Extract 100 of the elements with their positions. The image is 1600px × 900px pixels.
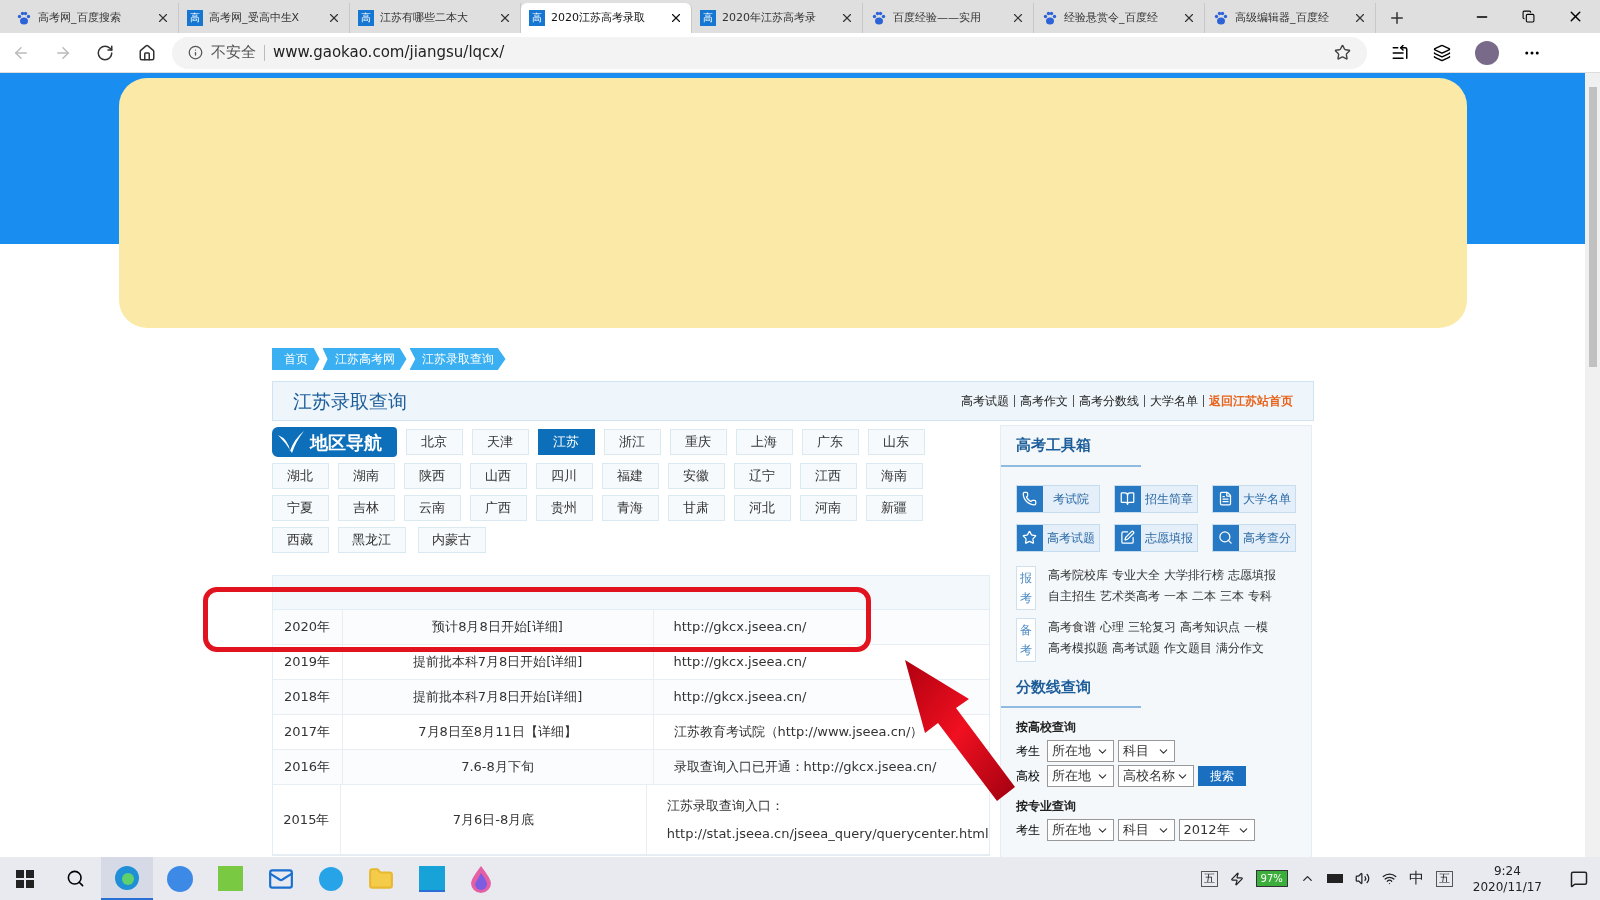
quick-link[interactable]: 三轮复习: [1127, 617, 1176, 636]
battery-icon[interactable]: [1326, 874, 1343, 883]
region-button[interactable]: 吉林: [337, 495, 395, 521]
region-button[interactable]: 湖北: [271, 463, 329, 489]
region-button[interactable]: 黑龙江: [337, 527, 406, 553]
address-field[interactable]: 不安全 www.gaokao.com/jiangsu/lqcx/: [172, 36, 1367, 69]
language-indicator[interactable]: 中: [1408, 867, 1424, 890]
profile-avatar[interactable]: [1475, 40, 1499, 65]
region-button[interactable]: 上海: [735, 429, 793, 455]
region-button[interactable]: 山东: [867, 429, 925, 455]
close-icon[interactable]: [156, 11, 170, 25]
quick-link[interactable]: 志愿填报: [1227, 565, 1276, 584]
region-button[interactable]: 云南: [403, 495, 461, 521]
app-icon[interactable]: [167, 865, 193, 892]
region-button[interactable]: 广西: [469, 495, 527, 521]
search-button[interactable]: 搜索: [1197, 766, 1246, 786]
app-icon[interactable]: [419, 865, 445, 892]
quick-link[interactable]: 高考模拟题: [1047, 638, 1108, 657]
restore-icon[interactable]: [1522, 10, 1535, 23]
region-button[interactable]: 甘肃: [667, 495, 725, 521]
region-button[interactable]: 广东: [801, 429, 859, 455]
region-button[interactable]: 贵州: [535, 495, 593, 521]
header-link[interactable]: 大学名单: [1149, 392, 1198, 410]
close-icon[interactable]: [327, 11, 341, 25]
quick-link[interactable]: 自主招生: [1047, 586, 1096, 605]
windows-logo-icon[interactable]: [16, 869, 34, 888]
close-icon[interactable]: [1182, 11, 1196, 25]
header-link[interactable]: 高考分数线: [1078, 392, 1139, 410]
quick-link[interactable]: 高考食谱: [1047, 617, 1096, 636]
browser-tab[interactable]: 高 2020江苏高考录取: [521, 3, 692, 33]
tool-button[interactable]: 招生简章: [1113, 484, 1198, 513]
new-tab-icon[interactable]: [1388, 9, 1406, 27]
quick-link[interactable]: 艺术类高考: [1099, 586, 1160, 605]
refresh-icon[interactable]: [96, 43, 114, 62]
region-button[interactable]: 宁夏: [271, 495, 329, 521]
quick-link[interactable]: 专业大全: [1111, 565, 1160, 584]
wifi-icon[interactable]: [1381, 871, 1397, 886]
region-button[interactable]: 北京: [405, 429, 463, 455]
region-button[interactable]: 新疆: [865, 495, 923, 521]
favorites-icon[interactable]: [1391, 43, 1409, 62]
region-button[interactable]: 西藏: [271, 527, 329, 553]
region-button[interactable]: 陕西: [403, 463, 461, 489]
quick-link[interactable]: 高考知识点: [1179, 617, 1240, 636]
favorite-icon[interactable]: [1334, 44, 1351, 61]
region-button[interactable]: 江西: [799, 463, 857, 489]
ime-indicator[interactable]: 五: [1200, 870, 1218, 887]
region-button[interactable]: 内蒙古: [417, 527, 486, 553]
region-button[interactable]: 安徽: [667, 463, 725, 489]
dropdown[interactable]: 所在地: [1046, 740, 1114, 762]
tool-button[interactable]: 考试院: [1015, 484, 1100, 513]
clock-date[interactable]: 2020/11/17: [1472, 878, 1542, 895]
browser-icon[interactable]: [114, 864, 140, 891]
quick-link[interactable]: 心理: [1099, 617, 1124, 636]
quick-link[interactable]: 一本: [1163, 586, 1188, 605]
dropdown[interactable]: 2012年: [1178, 819, 1255, 841]
collections-icon[interactable]: [1433, 43, 1451, 62]
dropdown[interactable]: 科目: [1117, 819, 1175, 841]
close-icon[interactable]: [669, 11, 683, 25]
region-button[interactable]: 四川: [535, 463, 593, 489]
dropdown[interactable]: 所在地: [1046, 819, 1114, 841]
quick-link[interactable]: 三本: [1219, 586, 1244, 605]
header-link[interactable]: 高考作文: [1019, 392, 1068, 410]
quick-link[interactable]: 高考试题: [1111, 638, 1160, 657]
region-button[interactable]: 湖南: [337, 463, 395, 489]
quick-link[interactable]: 二本: [1191, 586, 1216, 605]
drop-icon[interactable]: [470, 864, 492, 893]
close-icon[interactable]: [1011, 11, 1025, 25]
region-button[interactable]: 山西: [469, 463, 527, 489]
quick-link[interactable]: 大学排行榜: [1163, 565, 1224, 584]
home-icon[interactable]: [138, 43, 156, 62]
close-icon[interactable]: [840, 11, 854, 25]
dropdown[interactable]: 科目: [1117, 740, 1175, 762]
ime-indicator[interactable]: 五: [1435, 870, 1453, 887]
region-button[interactable]: 重庆: [669, 429, 727, 455]
region-button[interactable]: 海南: [865, 463, 923, 489]
region-button[interactable]: 青海: [601, 495, 659, 521]
clock-time[interactable]: 9:24: [1493, 862, 1521, 879]
tool-button[interactable]: 高考试题: [1015, 523, 1100, 552]
region-button[interactable]: 河北: [733, 495, 791, 521]
quick-link[interactable]: 满分作文: [1215, 638, 1264, 657]
tool-button[interactable]: 志愿填报: [1113, 523, 1198, 552]
dropdown[interactable]: 高校名称: [1117, 765, 1194, 787]
dropdown[interactable]: 所在地: [1046, 765, 1114, 787]
region-button[interactable]: 河南: [799, 495, 857, 521]
search-icon[interactable]: [66, 869, 85, 888]
volume-icon[interactable]: [1354, 871, 1370, 886]
quick-link[interactable]: 高考院校库: [1047, 565, 1108, 584]
close-icon[interactable]: [1353, 11, 1367, 25]
region-button[interactable]: 天津: [471, 429, 529, 455]
region-button[interactable]: 福建: [601, 463, 659, 489]
close-icon[interactable]: [498, 11, 512, 25]
quick-link[interactable]: 一模: [1243, 617, 1268, 636]
notification-icon[interactable]: [1570, 869, 1588, 888]
region-button[interactable]: 江苏: [537, 429, 595, 455]
tool-button[interactable]: 大学名单: [1211, 484, 1296, 513]
tool-button[interactable]: 高考查分: [1211, 523, 1296, 552]
quick-link[interactable]: 专科: [1247, 586, 1272, 605]
region-button[interactable]: 浙江: [603, 429, 661, 455]
header-link[interactable]: 高考试题: [960, 392, 1009, 410]
quick-link[interactable]: 作文题目: [1163, 638, 1212, 657]
